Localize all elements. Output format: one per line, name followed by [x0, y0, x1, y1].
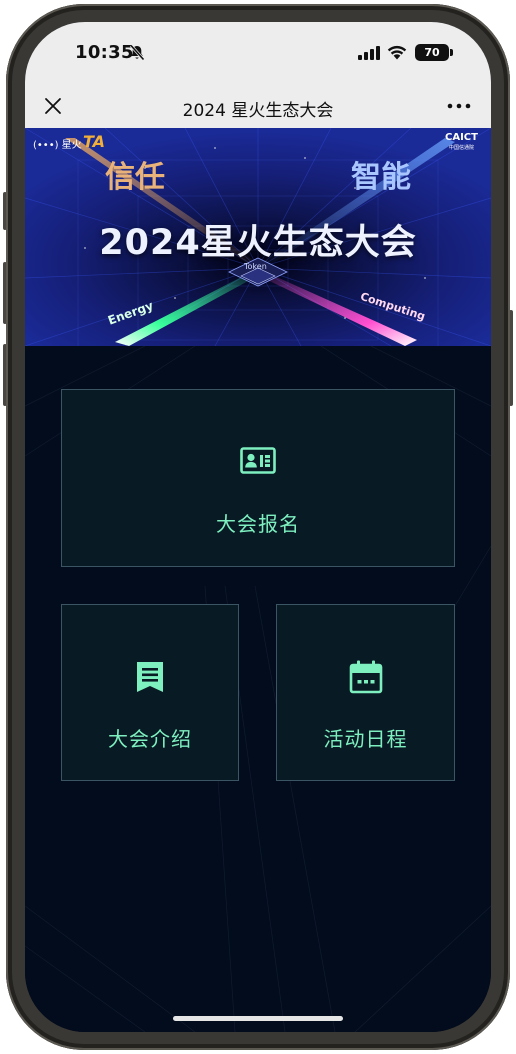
schedule-card[interactable]: 活动日程 [276, 604, 455, 781]
calendar-icon [349, 660, 382, 694]
banner-word-intelligence: 智能 [351, 160, 411, 195]
wifi-icon [387, 45, 407, 60]
id-card-icon [240, 447, 276, 474]
schedule-label: 活动日程 [323, 727, 408, 751]
status-time: 10:35 [75, 42, 134, 63]
battery-indicator: 70 [415, 44, 449, 61]
caict-logo-text: CAICT [445, 132, 478, 143]
xinghuo-logo: (•••) 星火 [33, 140, 82, 151]
event-banner: (•••) 星火 TA CAICT 中国信通院 信任 智能 2024星火生态大会… [25, 128, 491, 346]
phone-screen: 10:35 70 2024 星火生态大会 (•••) 星火 TA CAICT 中… [25, 22, 491, 1032]
banner-label-token: Token [244, 262, 267, 271]
document-bookmark-icon [137, 662, 163, 692]
register-card[interactable]: 大会报名 [61, 389, 455, 567]
battery-cap [450, 49, 453, 56]
banner-title: 2024星火生态大会 [99, 223, 417, 263]
nav-bar: 2024 星火生态大会 [25, 84, 491, 128]
introduction-label: 大会介绍 [108, 727, 192, 751]
register-label: 大会报名 [216, 512, 300, 536]
caict-logo: CAICT 中国信通院 [445, 133, 478, 153]
page-title: 2024 星火生态大会 [182, 101, 334, 121]
main-menu: 大会报名 大会介绍 活动日程 [25, 346, 491, 1032]
more-options-icon[interactable] [445, 96, 473, 116]
home-indicator[interactable] [173, 1016, 343, 1021]
introduction-card[interactable]: 大会介绍 [61, 604, 239, 781]
battery-level: 70 [424, 46, 440, 59]
caict-logo-subtext: 中国信通院 [448, 145, 474, 151]
cellular-signal-icon [358, 46, 380, 60]
bell-muted-icon [129, 44, 145, 61]
banner-word-trust: 信任 [105, 160, 165, 195]
ta-logo: TA [83, 132, 106, 151]
status-bar: 10:35 70 [25, 22, 491, 84]
